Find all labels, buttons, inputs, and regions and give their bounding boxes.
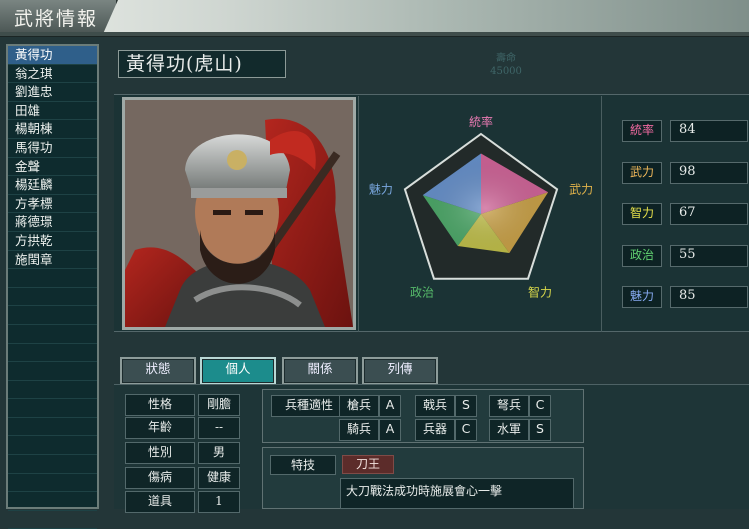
radar-label-war: 武力	[569, 182, 593, 196]
radar-label-leadership: 統率	[469, 114, 493, 129]
faded-readout: 壽命 45000	[473, 52, 539, 80]
personal-label: 性格	[125, 394, 195, 416]
officer-list-empty-slot	[8, 325, 97, 344]
radar-label-politics: 政治	[410, 286, 434, 300]
personal-label: 年齡	[125, 417, 195, 439]
stat-row-leadership: 統率 84	[622, 120, 748, 142]
officer-list-empty-slot	[8, 344, 97, 363]
stat-label: 武力	[622, 162, 662, 184]
officer-list-item[interactable]: 黃得功	[8, 46, 97, 65]
officer-list-item[interactable]: 施閏章	[8, 251, 97, 270]
tab-biography[interactable]: 列傳	[362, 357, 438, 385]
stat-row-charm: 魅力 85	[622, 286, 748, 308]
faded-readout-label: 壽命	[496, 53, 516, 64]
aptitude-title: 兵種適性	[271, 395, 347, 417]
stat-value: 67	[670, 203, 748, 225]
personal-row: 性格 剛膽	[120, 394, 242, 416]
stat-value: 55	[670, 245, 748, 267]
stat-value: 85	[670, 286, 748, 308]
stat-label: 統率	[622, 120, 662, 142]
tab-status[interactable]: 狀態	[120, 357, 196, 385]
radar-svg: 統率 武力 智力 政治 魅力	[369, 114, 593, 300]
officer-list-empty-slot	[8, 399, 97, 418]
officer-list-item[interactable]: 楊廷麟	[8, 176, 97, 195]
officer-list-empty-slot	[8, 269, 97, 288]
tab-personal[interactable]: 個人	[200, 357, 276, 385]
title-bar: 武將情報	[0, 0, 749, 37]
aptitude-name: 槍兵	[339, 395, 379, 417]
officer-list-item[interactable]: 方孝標	[8, 195, 97, 214]
stat-label: 魅力	[622, 286, 662, 308]
officer-list-empty-slot	[8, 306, 97, 325]
officer-list-item[interactable]: 楊朝棟	[8, 120, 97, 139]
troop-aptitude: 兵種適性 槍兵 A 戟兵 S 弩兵 C 騎兵 A 兵器 C 水軍 S	[262, 389, 584, 443]
aptitude-name: 水軍	[489, 419, 529, 441]
stat-row-politics: 政治 55	[622, 245, 748, 267]
personal-row: 性別 男	[120, 442, 242, 464]
stat-row-intelligence: 智力 67	[622, 203, 748, 225]
title-tab: 武將情報	[0, 0, 118, 32]
officer-list-item[interactable]: 劉進忠	[8, 83, 97, 102]
aptitude-grade: S	[455, 395, 477, 417]
personal-row: 傷病 健康	[120, 467, 242, 489]
officer-list-empty-slot	[8, 288, 97, 307]
aptitude-grade: C	[455, 419, 477, 441]
officer-list-item[interactable]: 田雄	[8, 102, 97, 121]
aptitude-name: 弩兵	[489, 395, 529, 417]
officer-list-empty-slot	[8, 381, 97, 400]
aptitude-name: 兵器	[415, 419, 455, 441]
officer-list-item[interactable]: 方拱乾	[8, 232, 97, 251]
window-title: 武將情報	[14, 8, 99, 30]
skill-description: 大刀戰法成功時施展會心一擊	[340, 478, 574, 509]
officer-portrait	[125, 100, 353, 327]
personal-row: 道具 1	[120, 491, 242, 513]
aptitude-grade: A	[379, 395, 401, 417]
officer-name-plate: 黃得功(虎山)	[118, 50, 286, 78]
portrait-illustration	[125, 100, 353, 327]
personal-value: --	[198, 417, 240, 439]
personal-value: 健康	[198, 467, 240, 489]
personal-row: 年齡 --	[120, 417, 242, 439]
stat-list: 統率 84 武力 98 智力 67 政治 55 魅力 85	[612, 112, 748, 312]
personal-value: 剛膽	[198, 394, 240, 416]
stat-label: 政治	[622, 245, 662, 267]
officer-list-empty-slot	[8, 436, 97, 456]
radar-label-intelligence: 智力	[528, 285, 552, 300]
stat-label: 智力	[622, 203, 662, 225]
officer-list-empty-slot	[8, 362, 97, 381]
officer-list-item[interactable]: 馬得功	[8, 139, 97, 158]
stat-row-war: 武力 98	[622, 162, 748, 184]
aptitude-name: 戟兵	[415, 395, 455, 417]
personal-value: 男	[198, 442, 240, 464]
personal-label: 性別	[125, 442, 195, 464]
stat-value: 84	[670, 120, 748, 142]
aptitude-grade: C	[529, 395, 551, 417]
officer-list-empty-slot	[8, 511, 97, 529]
officer-list-item[interactable]: 蔣德璟	[8, 213, 97, 232]
officer-list-empty-slot	[8, 492, 97, 511]
officer-list-item[interactable]: 翁之琪	[8, 65, 97, 84]
officer-list-empty-slot	[8, 474, 97, 493]
title-strip	[0, 32, 749, 37]
radar-label-charm: 魅力	[369, 181, 393, 196]
portrait-frame	[122, 97, 356, 330]
personal-label: 道具	[125, 491, 195, 513]
aptitude-grade: S	[529, 419, 551, 441]
officer-list-empty-slot	[8, 418, 97, 437]
skill-name-badge: 刀王	[342, 455, 394, 474]
officer-list-empty-slot	[8, 455, 97, 474]
skill-title: 特技	[270, 455, 336, 475]
stat-value: 98	[670, 162, 748, 184]
officer-list-item[interactable]: 金聲	[8, 158, 97, 177]
personal-info: 性格 剛膽 年齡 -- 性別 男 傷病 健康 道具 1	[120, 390, 242, 513]
stat-radar-chart: 統率 武力 智力 政治 魅力	[358, 96, 602, 332]
personal-label: 傷病	[125, 467, 195, 489]
faded-readout-value: 45000	[490, 66, 522, 77]
officer-list: 黃得功 翁之琪 劉進忠 田雄 楊朝棟 馬得功 金聲 楊廷麟 方孝標 蔣德璟 方拱…	[6, 44, 99, 529]
tab-relations[interactable]: 關係	[282, 357, 358, 385]
personal-value: 1	[198, 491, 240, 513]
aptitude-grade: A	[379, 419, 401, 441]
aptitude-name: 騎兵	[339, 419, 379, 441]
